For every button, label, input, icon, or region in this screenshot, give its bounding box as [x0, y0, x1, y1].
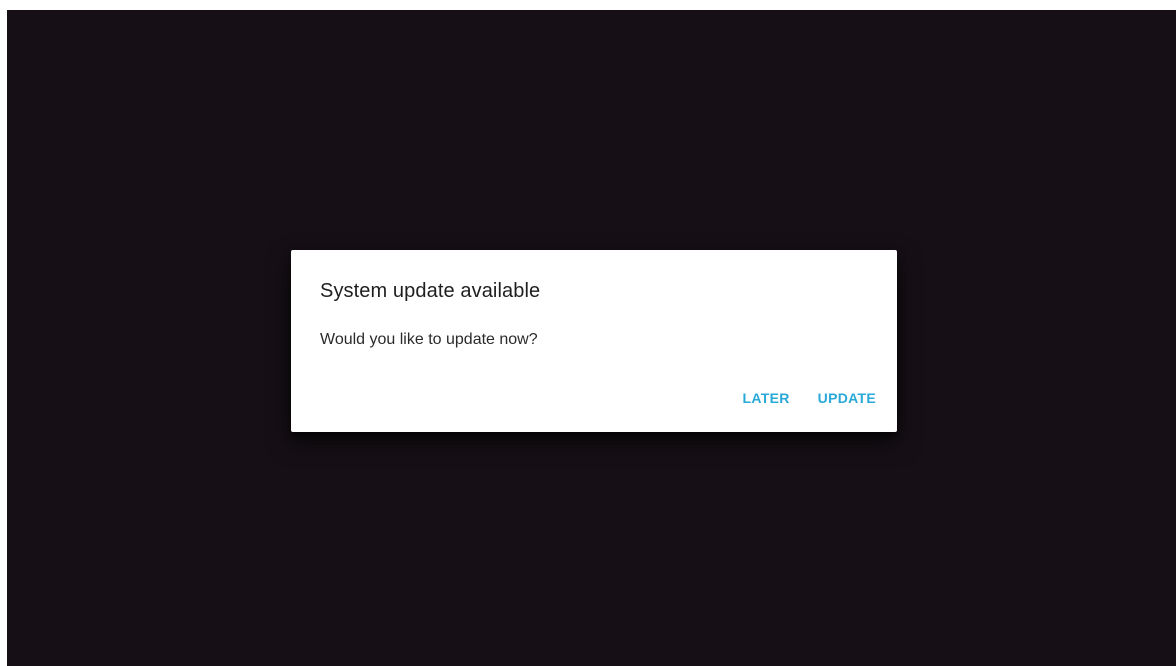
dialog-message: Would you like to update now? [320, 331, 538, 348]
dialog-actions: LATER UPDATE [743, 390, 876, 406]
update-button[interactable]: UPDATE [818, 390, 876, 406]
later-button[interactable]: LATER [743, 390, 790, 406]
screen: System update available Would you like t… [7, 10, 1176, 666]
system-update-dialog: System update available Would you like t… [291, 250, 897, 432]
dialog-title: System update available [320, 280, 541, 302]
